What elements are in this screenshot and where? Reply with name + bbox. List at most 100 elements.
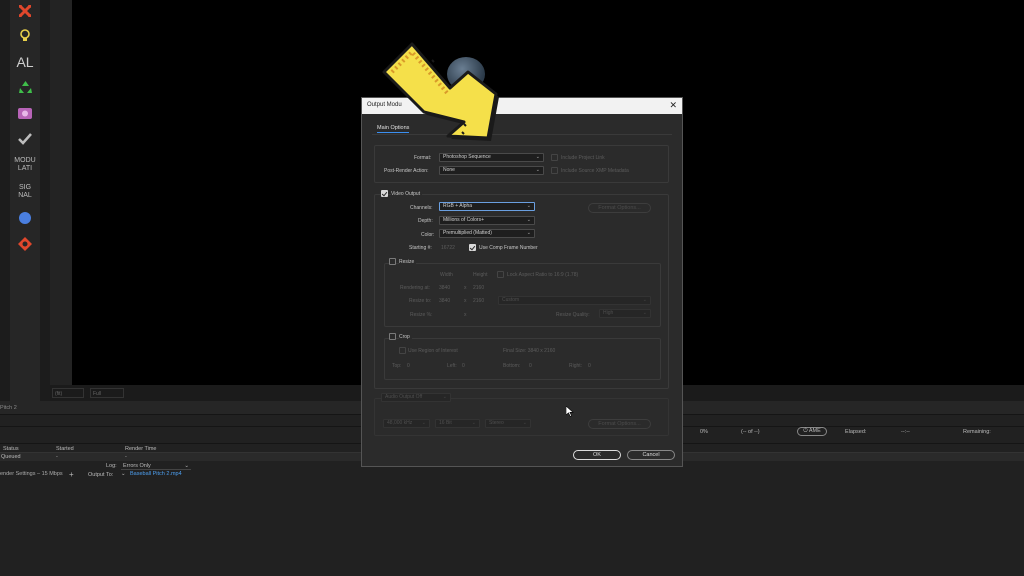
channels-select[interactable]: RGB + Alpha ⌄ — [439, 202, 535, 211]
format-select[interactable]: Photoshop Sequence ⌄ — [439, 153, 544, 162]
starting-value: 16722 — [441, 245, 455, 251]
lock-aspect-checkbox[interactable] — [497, 271, 504, 278]
x-sign: x — [464, 285, 467, 291]
recycle-icon[interactable] — [10, 80, 40, 96]
render-status-bar: 0% (-- of --) ⏻ AME Elapsed: --:-- Remai… — [683, 427, 1024, 437]
output-to-label: Output To: — [88, 472, 114, 478]
lightbulb-icon[interactable] — [10, 29, 40, 45]
starting-label: Starting #: — [409, 245, 432, 251]
chevron-down-icon: ⌄ — [526, 217, 531, 223]
format-value: Photoshop Sequence — [443, 154, 491, 160]
x-sign: x — [464, 312, 467, 318]
chevron-down-icon: ⌄ — [526, 203, 531, 209]
log-label: Log: — [106, 463, 117, 469]
final-size-label: Final Size: 3840 x 2160 — [503, 348, 556, 354]
al-label[interactable]: AL — [10, 54, 40, 70]
crop-right-label: Right: — [569, 363, 583, 369]
post-render-select[interactable]: None ⌄ — [439, 166, 544, 175]
audio-rate-select[interactable]: 48,000 kHz ⌄ — [383, 419, 430, 428]
signal-label[interactable]: SIG NAL — [10, 184, 40, 200]
depth-select[interactable]: Millions of Colors+ ⌄ — [439, 216, 535, 225]
x-sign: x — [464, 298, 467, 304]
resolution-select[interactable]: Full — [90, 388, 124, 398]
render-settings-value[interactable]: ender Settings – 15 Mbps — [0, 471, 63, 477]
include-xmp-checkbox[interactable] — [551, 167, 558, 174]
chevron-down-icon: ⌄ — [471, 420, 476, 426]
video-output-checkbox[interactable] — [381, 190, 388, 197]
color-select[interactable]: Premultiplied (Matted) ⌄ — [439, 229, 535, 238]
use-roi-label: Use Region of Interest — [408, 348, 458, 354]
cancel-button[interactable]: Cancel — [627, 450, 675, 460]
crop-group — [384, 338, 661, 380]
resize-preset-value: Custom — [502, 297, 520, 303]
include-project-link-label: Include Project Link — [561, 155, 605, 161]
red-cross-tool-icon[interactable] — [10, 4, 40, 20]
chevron-down-icon: ⌄ — [184, 463, 189, 469]
crop-left-label: Left: — [447, 363, 457, 369]
channels-value: RGB + Alpha — [443, 203, 473, 209]
zoom-select[interactable]: (fit) — [52, 388, 84, 398]
use-comp-frame-label: Use Comp Frame Number — [479, 245, 538, 251]
frames-text: (-- of --) — [741, 429, 760, 435]
audio-format-options-button[interactable]: Format Options... — [588, 419, 651, 429]
camera-icon[interactable] — [10, 106, 40, 122]
color-value: Premultiplied (Matted) — [443, 230, 492, 236]
resize-quality-value: High — [603, 310, 614, 316]
audio-output-select[interactable]: Audio Output Off ⌄ — [381, 393, 451, 402]
add-output-icon[interactable]: + — [69, 470, 74, 479]
render-time-value: - — [125, 454, 127, 460]
chevron-down-icon[interactable]: ⌄ — [121, 471, 126, 477]
resize-quality-select[interactable]: High ⌄ — [599, 309, 651, 318]
chevron-down-icon: ⌄ — [421, 420, 426, 426]
signal-line-1: SIG — [18, 184, 32, 191]
resize-checkbox[interactable] — [389, 258, 396, 265]
started-value: - — [56, 454, 58, 460]
diamond-icon[interactable] — [10, 237, 40, 253]
audio-group — [374, 398, 669, 436]
resize-preset-select[interactable]: Custom ⌄ — [498, 296, 651, 305]
chevron-down-icon: ⌄ — [522, 420, 527, 426]
chevron-down-icon: ⌄ — [642, 297, 647, 303]
use-roi-checkbox[interactable] — [399, 347, 406, 354]
crop-left-value: 0 — [462, 363, 465, 369]
audio-output-value: Audio Output Off — [385, 394, 423, 400]
signal-line-2: NAL — [18, 192, 32, 199]
audio-bits-select[interactable]: 16 Bit ⌄ — [435, 419, 480, 428]
chevron-down-icon: ⌄ — [535, 154, 540, 160]
depth-value: Millions of Colors+ — [443, 217, 484, 223]
include-project-link-checkbox[interactable] — [551, 154, 558, 161]
audio-rate-value: 48,000 kHz — [387, 420, 413, 426]
chevron-down-icon: ⌄ — [642, 310, 647, 316]
progress-text: 0% — [700, 429, 708, 435]
resize-quality-label: Resize Quality: — [556, 312, 590, 318]
output-file-link[interactable]: Baseball Pitch 2.mp4 — [130, 471, 182, 477]
blue-dot-icon[interactable] — [10, 211, 40, 227]
modulati-line-1: MODU — [14, 157, 36, 164]
crop-top-value: 0 — [407, 363, 410, 369]
audio-bits-value: 16 Bit — [439, 420, 452, 426]
ok-button[interactable]: OK — [573, 450, 621, 460]
timeline-tab[interactable]: Pitch 2 — [0, 405, 17, 411]
audio-channels-value: Stereo — [489, 420, 504, 426]
resize-width: 3840 — [439, 298, 451, 304]
elapsed-value: --:-- — [901, 429, 910, 435]
modulati-label[interactable]: MODU LATI — [10, 157, 40, 173]
log-select[interactable]: Errors Only ⌄ — [121, 461, 191, 470]
lock-aspect-label: Lock Aspect Ratio to 16:9 (1.78) — [507, 272, 579, 278]
rendering-height: 2160 — [473, 285, 485, 291]
post-render-label: Post-Render Action: — [384, 168, 429, 174]
include-xmp-label: Include Source XMP Metadata — [561, 168, 629, 174]
color-label: Color: — [421, 232, 435, 238]
audio-channels-select[interactable]: Stereo ⌄ — [485, 419, 531, 428]
crop-checkbox[interactable] — [389, 333, 396, 340]
resize-height: 2160 — [473, 298, 485, 304]
format-options-button[interactable]: Format Options... — [588, 203, 651, 213]
checkmark-icon[interactable] — [10, 133, 40, 147]
crop-label: Crop — [399, 334, 412, 340]
ame-button[interactable]: ⏻ AME — [797, 427, 827, 436]
mouse-cursor-icon — [565, 405, 574, 419]
close-icon[interactable]: ✕ — [669, 100, 677, 111]
video-output-label: Video Output — [391, 191, 423, 197]
use-comp-frame-checkbox[interactable] — [469, 244, 476, 251]
status-queued: Queued — [1, 454, 21, 460]
